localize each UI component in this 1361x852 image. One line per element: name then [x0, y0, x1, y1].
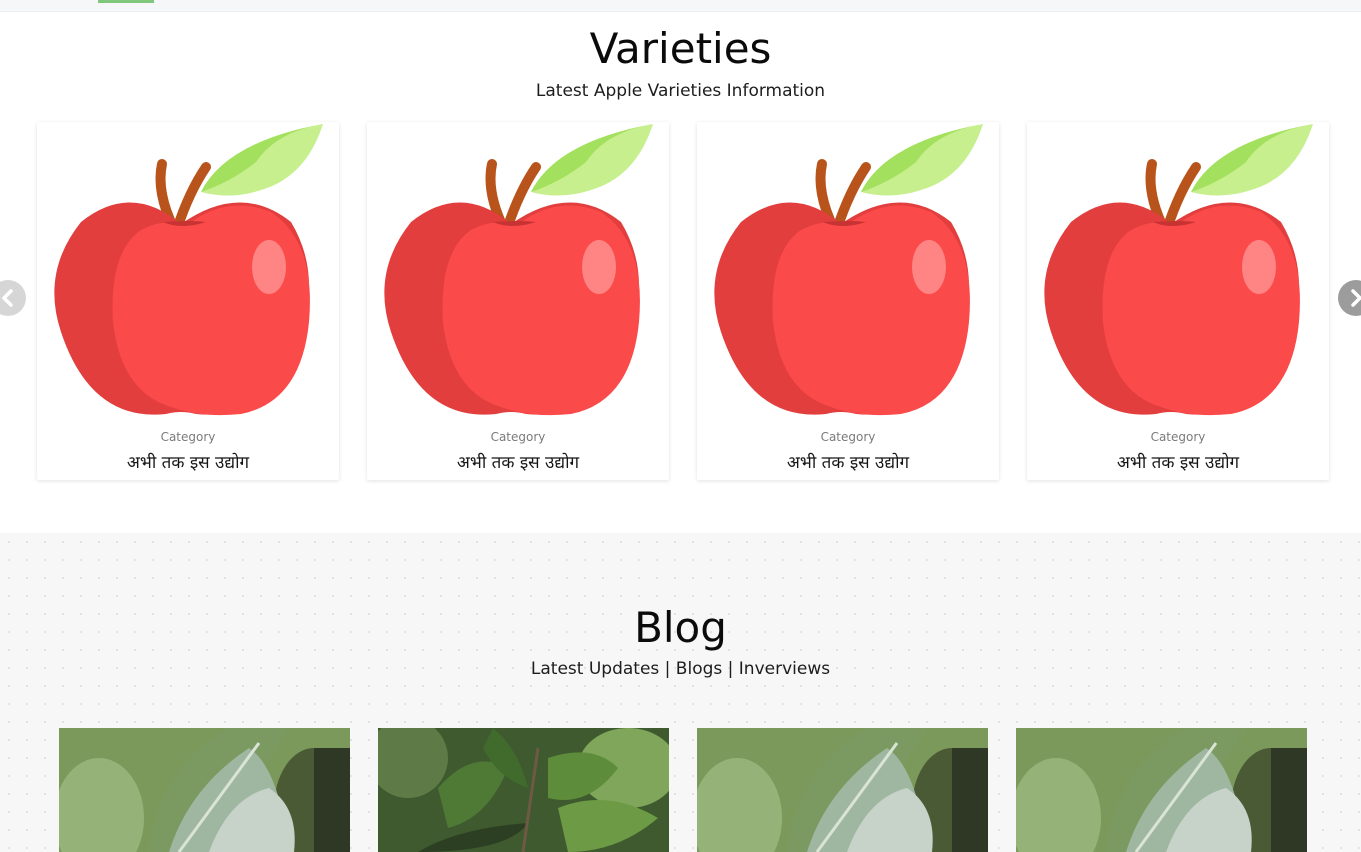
apple-image [1044, 124, 1313, 416]
variety-card[interactable]: Category अभी तक इस उद्योग [37, 122, 339, 480]
card-title[interactable]: अभी तक इस उद्योग [367, 450, 669, 473]
blog-section: Blog Latest Updates | Blogs | Inverviews [0, 533, 1361, 852]
card-category: Category [1150, 430, 1206, 444]
varieties-title: Varieties [589, 24, 772, 73]
carousel-prev-button[interactable] [0, 280, 26, 316]
variety-card[interactable]: Category अभी तक इस उद्योग [367, 122, 669, 480]
chevron-left-icon [2, 289, 13, 307]
variety-card[interactable]: Category अभी तक इस उद्योग [1027, 122, 1329, 480]
card-category: Category [820, 430, 876, 444]
leaf-photo [1016, 728, 1307, 852]
varieties-section: Varieties Latest Apple Varieties Informa… [0, 12, 1361, 533]
blog-card-image[interactable] [378, 728, 669, 852]
blog-card-image[interactable] [59, 728, 350, 852]
blog-card-image[interactable] [697, 728, 988, 852]
varieties-subtitle: Latest Apple Varieties Information [535, 81, 826, 101]
card-title[interactable]: अभी तक इस उद्योग [1027, 450, 1329, 473]
blog-title: Blog [634, 603, 727, 652]
leaf-photo [378, 728, 669, 852]
varieties-carousel: Category अभी तक इस उद्योग Category अभी त… [37, 122, 1329, 482]
leaf-photo [697, 728, 988, 852]
blog-card-image[interactable] [1016, 728, 1307, 852]
chevron-right-icon [1351, 289, 1361, 307]
apple-image [714, 124, 983, 416]
apple-image [54, 124, 323, 416]
blog-list [59, 728, 1309, 852]
leaf-photo [59, 728, 350, 852]
card-category: Category [160, 430, 216, 444]
carousel-next-button[interactable] [1338, 280, 1361, 316]
apple-image [384, 124, 653, 416]
active-nav-indicator [98, 0, 154, 3]
card-category: Category [490, 430, 546, 444]
blog-subtitle: Latest Updates | Blogs | Inverviews [530, 659, 831, 679]
variety-card[interactable]: Category अभी तक इस उद्योग [697, 122, 999, 480]
card-title[interactable]: अभी तक इस उद्योग [37, 450, 339, 473]
card-title[interactable]: अभी तक इस उद्योग [697, 450, 999, 473]
top-nav-strip [0, 0, 1361, 12]
